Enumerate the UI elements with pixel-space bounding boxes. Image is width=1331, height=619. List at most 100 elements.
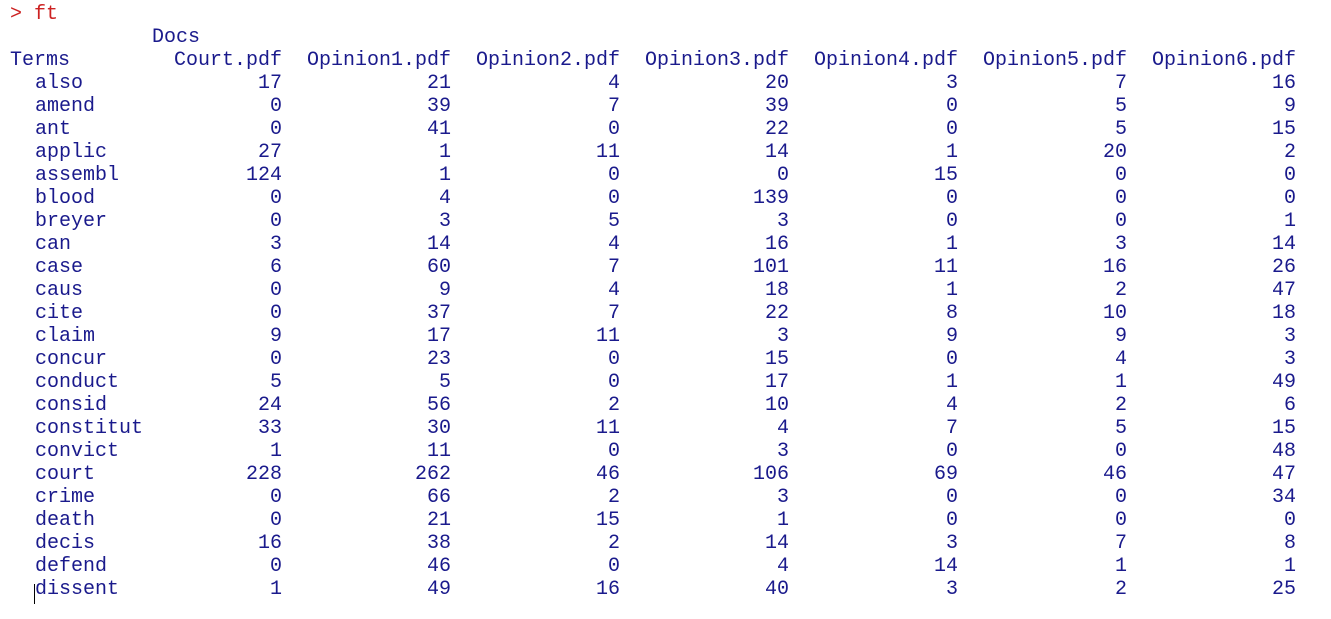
matrix-row: death 0 21 15 1 0 0 0	[10, 509, 1320, 532]
text-cursor	[34, 584, 35, 604]
count-cell: 0	[269, 486, 282, 509]
count-cell: 1	[945, 233, 958, 256]
docs-label: Docs	[152, 26, 201, 49]
command-line: > ft	[10, 3, 1320, 26]
count-cell: 1	[945, 279, 958, 302]
count-cell: 2	[607, 394, 620, 417]
count-cell: 22	[764, 118, 789, 141]
count-cell: 0	[607, 118, 620, 141]
count-cell: 0	[1114, 164, 1127, 187]
count-cell: 14	[764, 532, 789, 555]
count-cell: 39	[426, 95, 451, 118]
count-cell: 0	[945, 95, 958, 118]
r-console[interactable]: > ft Docs Terms Court.pdf Opinion1.pdf Opi…	[10, 3, 1320, 601]
count-cell: 7	[1114, 532, 1127, 555]
term-label: case	[35, 256, 84, 279]
count-cell: 0	[1114, 486, 1127, 509]
count-cell: 4	[776, 555, 789, 578]
count-cell: 7	[945, 417, 958, 440]
count-cell: 2	[607, 486, 620, 509]
count-cell: 0	[269, 118, 282, 141]
term-matrix-rows: also 17 21 4 20 3 7 16 amend 0 39 7 39 0 5 9 ant 0 41 0 22 0 5…	[10, 72, 1320, 601]
count-cell: 11	[595, 417, 620, 440]
matrix-row: blood 0 4 0 139 0 0 0	[10, 187, 1320, 210]
term-label: constitut	[35, 417, 144, 440]
count-cell: 0	[1283, 164, 1296, 187]
count-cell: 1	[438, 164, 451, 187]
count-cell: 3	[776, 325, 789, 348]
count-cell: 1	[269, 578, 282, 601]
count-cell: 1	[269, 440, 282, 463]
count-cell: 34	[1271, 486, 1296, 509]
count-cell: 10	[764, 394, 789, 417]
count-cell: 25	[1271, 578, 1296, 601]
count-cell: 60	[426, 256, 451, 279]
count-cell: 15	[595, 509, 620, 532]
count-cell: 9	[1114, 325, 1127, 348]
count-cell: 2	[1283, 141, 1296, 164]
count-cell: 17	[426, 325, 451, 348]
count-cell: 0	[776, 164, 789, 187]
count-cell: 11	[595, 141, 620, 164]
count-cell: 9	[438, 279, 451, 302]
term-label: death	[35, 509, 96, 532]
term-label: court	[35, 463, 96, 486]
matrix-row: claim 9 17 11 3 9 9 3	[10, 325, 1320, 348]
count-cell: 47	[1271, 463, 1296, 486]
count-cell: 2	[1114, 578, 1127, 601]
count-cell: 106	[752, 463, 789, 486]
count-cell: 9	[1283, 95, 1296, 118]
count-cell: 1	[945, 371, 958, 394]
matrix-row: court 228 262 46 106 69 46 47	[10, 463, 1320, 486]
count-cell: 101	[752, 256, 789, 279]
term-label: caus	[35, 279, 84, 302]
term-label: concur	[35, 348, 108, 371]
matrix-row: applic 27 1 11 14 1 20 2	[10, 141, 1320, 164]
count-cell: 20	[764, 72, 789, 95]
count-cell: 7	[607, 302, 620, 325]
count-cell: 228	[245, 463, 282, 486]
count-cell: 22	[764, 302, 789, 325]
column-header: Opinion5.pdf	[982, 49, 1127, 72]
count-cell: 4	[607, 233, 620, 256]
term-label: conduct	[35, 371, 120, 394]
count-cell: 1	[776, 509, 789, 532]
count-cell: 0	[607, 371, 620, 394]
matrix-row: decis 16 38 2 14 3 7 8	[10, 532, 1320, 555]
count-cell: 1	[1114, 371, 1127, 394]
matrix-row: cite 0 37 7 22 8 10 18	[10, 302, 1320, 325]
count-cell: 46	[1102, 463, 1127, 486]
count-cell: 14	[764, 141, 789, 164]
matrix-row: case 6 60 7 101 11 16 26	[10, 256, 1320, 279]
term-label: also	[35, 72, 84, 95]
term-label: decis	[35, 532, 96, 555]
count-cell: 3	[945, 532, 958, 555]
count-cell: 49	[1271, 371, 1296, 394]
count-cell: 1	[1114, 555, 1127, 578]
count-cell: 0	[945, 486, 958, 509]
term-label: dissent	[35, 578, 120, 601]
matrix-row: crime 0 66 2 3 0 0 34	[10, 486, 1320, 509]
count-cell: 4	[945, 394, 958, 417]
count-cell: 0	[945, 210, 958, 233]
count-cell: 0	[269, 95, 282, 118]
count-cell: 4	[776, 417, 789, 440]
count-cell: 21	[426, 509, 451, 532]
count-cell: 0	[945, 440, 958, 463]
count-cell: 4	[607, 279, 620, 302]
matrix-row: dissent 1 49 16 40 3 2 25	[10, 578, 1320, 601]
count-cell: 3	[776, 210, 789, 233]
matrix-row: assembl 124 1 0 0 15 0 0	[10, 164, 1320, 187]
term-label: ant	[35, 118, 72, 141]
count-cell: 41	[426, 118, 451, 141]
count-cell: 8	[1283, 532, 1296, 555]
count-cell: 1	[438, 141, 451, 164]
count-cell: 262	[414, 463, 451, 486]
count-cell: 0	[945, 187, 958, 210]
count-cell: 15	[1271, 118, 1296, 141]
count-cell: 5	[1114, 417, 1127, 440]
count-cell: 37	[426, 302, 451, 325]
count-cell: 16	[595, 578, 620, 601]
count-cell: 0	[1114, 440, 1127, 463]
count-cell: 16	[1271, 72, 1296, 95]
